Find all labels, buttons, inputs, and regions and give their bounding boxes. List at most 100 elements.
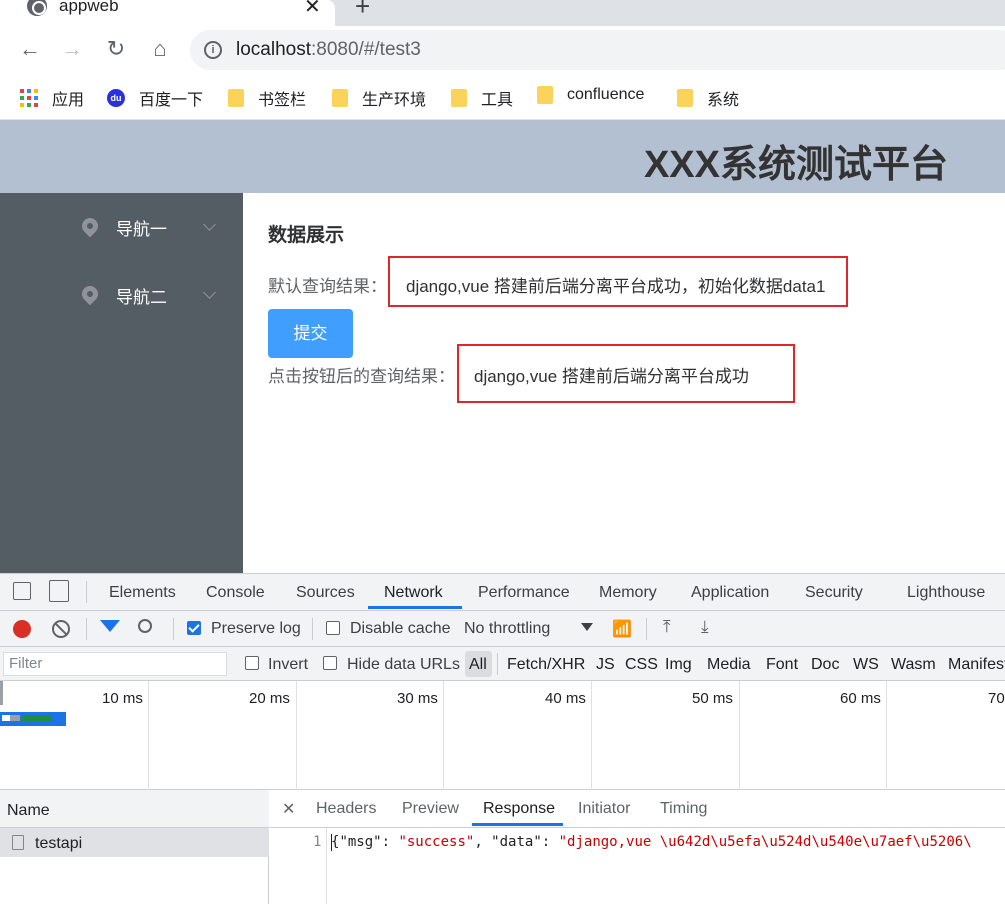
disable-cache-checkbox[interactable]: [326, 621, 340, 635]
bookmark-label: 系统: [707, 92, 740, 109]
section-title: 数据展示: [268, 225, 345, 246]
timeline-overview-handle[interactable]: [0, 681, 3, 705]
timeline-tick: 40 ms: [545, 690, 586, 707]
type-filter-manifest[interactable]: Manifest: [948, 656, 1005, 674]
default-result-label: 默认查询结果：: [268, 277, 387, 296]
clear-icon[interactable]: [52, 620, 70, 638]
tab-application[interactable]: Application: [691, 584, 769, 602]
tab-title: appweb: [59, 0, 119, 15]
timeline-gridline: [296, 681, 297, 790]
search-icon[interactable]: [138, 619, 152, 633]
bookmark-folder[interactable]: 生产环境: [332, 86, 426, 110]
tab-console[interactable]: Console: [206, 584, 265, 602]
type-filter-ws[interactable]: WS: [853, 656, 879, 674]
type-filter-media[interactable]: Media: [707, 656, 751, 674]
default-result-text: django,vue 搭建前后端分离平台成功，初始化数据data1: [406, 277, 826, 296]
timeline-tick: 20 ms: [249, 690, 290, 707]
filter-input[interactable]: Filter: [3, 652, 227, 676]
tab-response[interactable]: Response: [483, 800, 555, 818]
new-tab-icon[interactable]: +: [355, 0, 370, 22]
export-har-icon[interactable]: ⤓: [701, 617, 709, 637]
code-key: "msg": [339, 834, 382, 850]
type-filter-all[interactable]: All: [469, 656, 487, 674]
back-arrow-icon[interactable]: ←: [16, 36, 44, 62]
type-filter-img[interactable]: Img: [665, 656, 692, 674]
submit-button[interactable]: 提交: [268, 309, 353, 358]
type-filter-fetch[interactable]: Fetch/XHR: [507, 656, 585, 674]
bookmark-folder[interactable]: 系统: [677, 86, 739, 110]
timeline-gridline: [591, 681, 592, 790]
close-detail-icon[interactable]: ✕: [282, 799, 295, 819]
type-filter-css[interactable]: CSS: [625, 656, 658, 674]
browser-tab[interactable]: [0, 0, 335, 26]
import-har-icon[interactable]: ⤒: [663, 617, 671, 637]
line-number: 1: [313, 834, 322, 850]
code-string: "success": [398, 834, 475, 850]
tab-initiator[interactable]: Initiator: [578, 800, 630, 818]
bookmark-folder[interactable]: 工具: [451, 86, 513, 110]
folder-icon: [451, 89, 467, 107]
tab-sources[interactable]: Sources: [296, 584, 355, 602]
toolbar-divider: [173, 618, 174, 640]
info-icon[interactable]: i: [204, 41, 222, 59]
code-key: "data": [491, 834, 542, 850]
type-filter-wasm[interactable]: Wasm: [891, 656, 936, 674]
dropdown-arrow-icon[interactable]: [581, 623, 593, 631]
response-body[interactable]: {"msg": "success", "data": "django,vue \…: [331, 834, 1005, 850]
clear-icon-slash: [54, 622, 68, 636]
name-header-label: Name: [7, 802, 50, 819]
type-filter-doc[interactable]: Doc: [811, 656, 839, 674]
app-title: XXX系统测试平台: [643, 144, 948, 186]
tab-security[interactable]: Security: [805, 584, 863, 602]
tab-timing[interactable]: Timing: [660, 800, 707, 818]
inspect-element-icon[interactable]: [13, 582, 31, 600]
tab-lighthouse[interactable]: Lighthouse: [907, 584, 985, 602]
close-tab-icon[interactable]: ✕: [304, 0, 321, 19]
waterfall-segment: [10, 715, 20, 721]
bookmark-apps[interactable]: 应用: [20, 86, 84, 110]
tab-headers[interactable]: Headers: [316, 800, 376, 818]
click-result-label: 点击按钮后的查询结果：: [268, 367, 455, 386]
preserve-log-checkbox[interactable]: [187, 621, 201, 635]
apps-grid-icon: [20, 89, 38, 107]
preserve-log-label: Preserve log: [211, 620, 301, 637]
type-filter-js[interactable]: JS: [596, 656, 615, 674]
timeline-waterfall-bar: [0, 712, 66, 726]
tab-performance[interactable]: Performance: [478, 584, 570, 602]
detail-tabbar: [270, 790, 1005, 828]
bookmark-baidu[interactable]: du 百度一下: [107, 86, 203, 110]
folder-icon: [537, 86, 553, 104]
tab-preview[interactable]: Preview: [402, 800, 459, 818]
hide-data-urls-checkbox[interactable]: [323, 656, 337, 670]
timeline-tick: 60 ms: [840, 690, 881, 707]
device-toggle-icon[interactable]: [49, 580, 69, 602]
forward-arrow-icon[interactable]: →: [58, 36, 86, 62]
timeline-gridline: [739, 681, 740, 790]
filter-icon[interactable]: [100, 620, 120, 632]
network-conditions-icon[interactable]: 📶: [612, 619, 632, 639]
home-icon[interactable]: ⌂: [146, 36, 174, 62]
tab-memory[interactable]: Memory: [599, 584, 657, 602]
toolbar-divider: [312, 618, 313, 640]
invert-checkbox[interactable]: [245, 656, 259, 670]
toolbar-divider: [646, 618, 647, 640]
tab-elements[interactable]: Elements: [109, 584, 176, 602]
baidu-icon: du: [107, 89, 125, 107]
timeline-gridline: [148, 681, 149, 790]
type-filter-font[interactable]: Font: [766, 656, 798, 674]
timeline-gridline: [443, 681, 444, 790]
bookmark-folder[interactable]: 书签栏: [228, 86, 306, 110]
record-icon[interactable]: [13, 620, 31, 638]
throttling-select[interactable]: No throttling: [464, 620, 550, 638]
url-text[interactable]: localhost:8080/#/test3: [236, 39, 421, 61]
folder-icon: [332, 89, 348, 107]
code-string: "django,vue \u642d\u5efa\u524d\u540e\u7a…: [558, 834, 972, 850]
tab-network[interactable]: Network: [384, 584, 443, 602]
active-tab-indicator: [368, 606, 462, 609]
code-comma: ,: [474, 834, 492, 850]
text-cursor: [331, 834, 332, 851]
reload-icon[interactable]: ↻: [102, 36, 130, 62]
bookmark-folder[interactable]: confluence: [537, 86, 644, 104]
toolbar-divider: [86, 581, 87, 603]
timeline-tick: 70: [988, 690, 1005, 707]
